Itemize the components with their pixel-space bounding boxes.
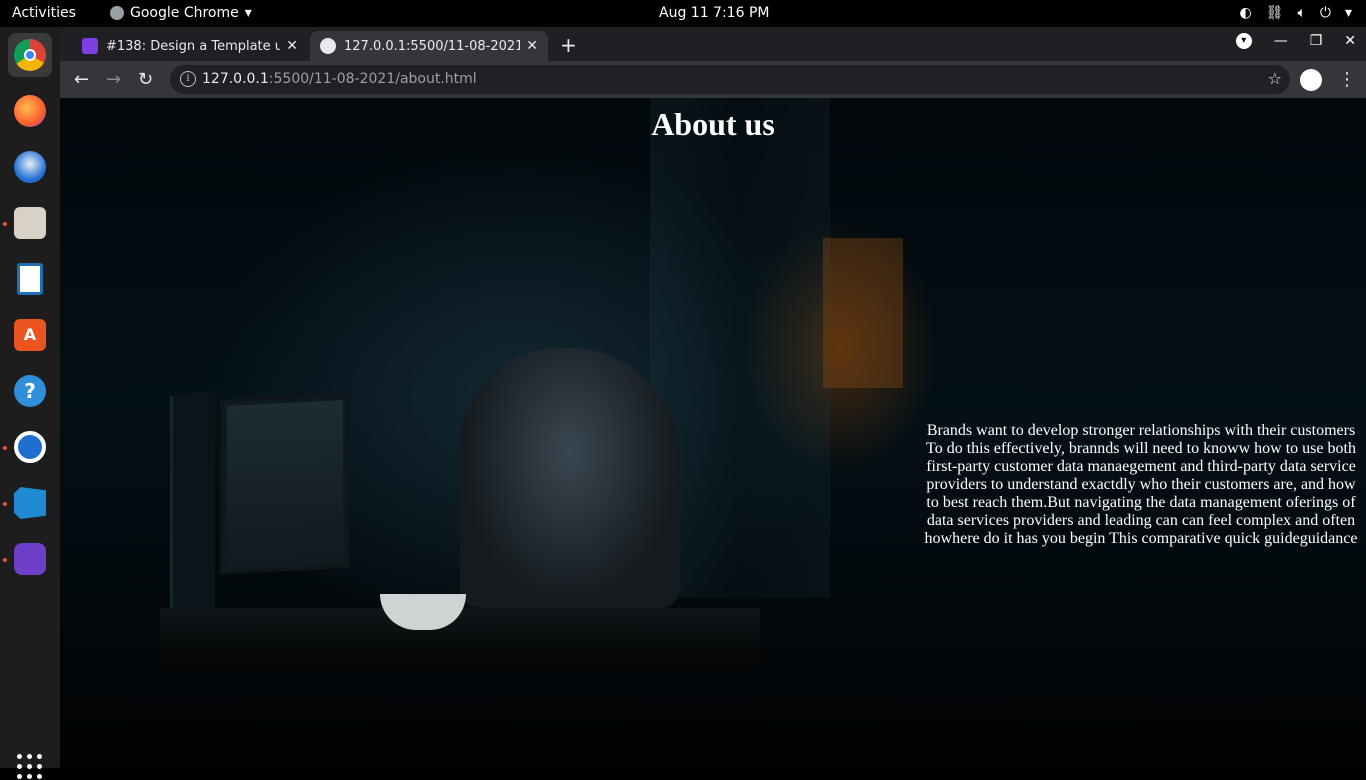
tab-strip: #138: Design a Template u ✕ 127.0.0.1:55… — [60, 27, 1366, 61]
chevron-down-icon: ▾ — [244, 5, 252, 21]
reload-icon[interactable]: ↻ — [138, 69, 153, 90]
url-path: :5500/11-08-2021/about.html — [268, 71, 477, 87]
github-icon — [14, 543, 46, 575]
running-indicator — [3, 558, 7, 562]
show-applications-icon[interactable] — [17, 754, 43, 780]
browser-window: #138: Design a Template u ✕ 127.0.0.1:55… — [60, 27, 1366, 768]
files-icon — [14, 207, 46, 239]
about-paragraph: Brands want to develop stronger relation… — [924, 422, 1358, 547]
volume-icon[interactable]: 🔈︎ — [1297, 5, 1305, 21]
site-info-icon[interactable]: i — [180, 71, 196, 87]
dock-software[interactable]: A — [8, 313, 52, 357]
tab-search-icon[interactable]: ▾ — [1235, 33, 1252, 49]
app-menu[interactable]: Google Chrome ▾ — [110, 5, 252, 21]
network-icon[interactable]: ⛓ — [1266, 5, 1284, 21]
address-bar[interactable]: i 127.0.0.1:5500/11-08-2021/about.html ☆ — [170, 65, 1290, 94]
running-indicator — [3, 222, 7, 226]
page-title: About us — [651, 106, 775, 142]
minimize-icon[interactable]: — — [1274, 33, 1288, 49]
dock-firefox[interactable] — [8, 89, 52, 133]
dock-chrome[interactable] — [8, 33, 52, 77]
window-controls: ▾ — ❐ ✕ — [1235, 33, 1356, 49]
url-host: 127.0.0.1 — [202, 71, 269, 87]
clock[interactable]: Aug 11 7:16 PM — [659, 5, 769, 21]
close-icon[interactable]: ✕ — [286, 38, 298, 54]
back-icon[interactable]: ← — [74, 69, 89, 90]
vscode-icon — [14, 487, 46, 519]
about-page: About us Brands want to develop stronger… — [60, 98, 1366, 768]
tab-about-page[interactable]: 127.0.0.1:5500/11-08-2021 ✕ — [310, 31, 548, 61]
running-indicator — [3, 502, 7, 506]
dock: A ? — [0, 27, 60, 779]
chevron-down-icon[interactable]: ▾ — [1345, 5, 1352, 21]
chrome-small-icon — [110, 6, 124, 20]
dock-github[interactable] — [8, 537, 52, 581]
dock-writer[interactable] — [8, 257, 52, 301]
tab-github-issue[interactable]: #138: Design a Template u ✕ — [72, 31, 308, 61]
system-top-bar: Activities Google Chrome ▾ Aug 11 7:16 P… — [0, 0, 1366, 27]
system-tray[interactable]: ◐ ⛓ 🔈︎ ⏻ ▾ — [1239, 5, 1352, 21]
maximize-icon[interactable]: ❐ — [1310, 33, 1323, 49]
help-icon: ? — [14, 375, 46, 407]
gitpod-favicon-icon — [82, 38, 98, 54]
firefox-icon — [14, 95, 46, 127]
dock-help[interactable]: ? — [8, 369, 52, 413]
close-icon[interactable]: ✕ — [526, 38, 538, 54]
tab-title: #138: Design a Template u — [106, 38, 281, 54]
browser-toolbar: ← → ↻ i 127.0.0.1:5500/11-08-2021/about.… — [60, 61, 1366, 98]
dock-thunderbird[interactable] — [8, 145, 52, 189]
chrome-icon — [14, 39, 46, 71]
timer-icon — [14, 431, 46, 463]
dock-timer[interactable] — [8, 425, 52, 469]
accessibility-icon[interactable]: ◐ — [1239, 5, 1251, 21]
activities-button[interactable]: Activities — [12, 5, 76, 21]
tab-title: 127.0.0.1:5500/11-08-2021 — [344, 38, 521, 54]
dock-files[interactable] — [8, 201, 52, 245]
app-menu-label: Google Chrome — [130, 5, 239, 21]
thunderbird-icon — [14, 151, 46, 183]
url-text[interactable]: 127.0.0.1:5500/11-08-2021/about.html — [202, 71, 477, 87]
bookmark-star-icon[interactable]: ☆ — [1268, 69, 1282, 88]
software-icon: A — [14, 319, 46, 351]
writer-icon — [17, 263, 43, 295]
running-indicator — [3, 446, 7, 450]
kebab-menu-icon[interactable]: ⋮ — [1338, 69, 1356, 90]
profile-avatar-icon[interactable] — [1300, 69, 1322, 91]
close-window-icon[interactable]: ✕ — [1344, 33, 1356, 49]
dock-vscode[interactable] — [8, 481, 52, 525]
globe-icon — [320, 38, 336, 54]
power-icon[interactable]: ⏻ — [1320, 5, 1331, 21]
forward-icon[interactable]: → — [106, 69, 121, 90]
page-viewport: About us Brands want to develop stronger… — [60, 98, 1366, 768]
new-tab-button[interactable]: + — [560, 33, 577, 57]
